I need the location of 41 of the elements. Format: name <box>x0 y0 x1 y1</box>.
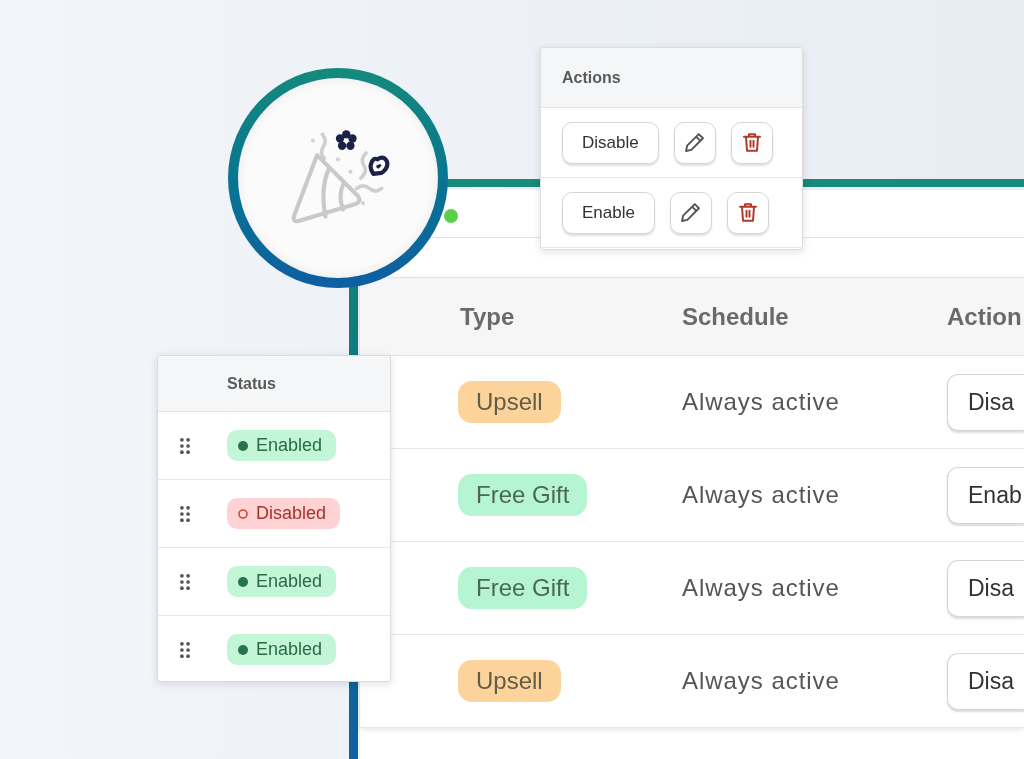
drag-handle-icon[interactable] <box>180 505 190 522</box>
status-badge: Enabled <box>227 430 337 461</box>
column-header: Schedule <box>682 302 789 330</box>
status-badge: Enabled <box>227 566 337 597</box>
schedule-text: Always active <box>682 481 840 508</box>
column-header: Action <box>947 302 1022 330</box>
trash-icon <box>738 203 757 222</box>
party-popper-icon <box>290 130 390 224</box>
edit-button[interactable] <box>673 121 716 164</box>
status-dot-icon <box>444 209 458 223</box>
schedule-text: Always active <box>682 667 840 694</box>
action-button[interactable]: Enab <box>947 466 1024 524</box>
action-button[interactable]: Disa <box>947 559 1024 617</box>
schedule-text: Always active <box>682 388 840 415</box>
trash-icon <box>742 133 761 152</box>
popover-title: Actions <box>562 67 621 88</box>
drag-handle-icon[interactable] <box>180 573 190 590</box>
column-header: Type <box>460 302 515 330</box>
edit-button[interactable] <box>669 191 712 234</box>
action-button[interactable]: Disa <box>947 652 1024 710</box>
schedule-text: Always active <box>682 574 840 601</box>
delete-button[interactable] <box>730 121 773 164</box>
filled-dot-icon <box>238 440 248 451</box>
drag-handle-icon[interactable] <box>180 641 190 658</box>
action-button[interactable]: Disa <box>947 373 1024 431</box>
status-badge: Disabled <box>227 498 341 529</box>
delete-button[interactable] <box>726 191 769 234</box>
toggle-button[interactable]: Enable <box>562 191 655 234</box>
type-tag: Free Gift <box>458 474 588 516</box>
filled-dot-icon <box>238 644 248 655</box>
status-badge: Enabled <box>227 634 337 665</box>
hollow-dot-icon <box>238 508 248 519</box>
pencil-icon <box>685 133 705 152</box>
drag-handle-icon[interactable] <box>180 437 190 454</box>
type-tag: Upsell <box>458 660 561 702</box>
filled-dot-icon <box>238 576 248 587</box>
popover-title: Status <box>227 373 276 394</box>
toggle-button[interactable]: Disable <box>562 121 659 164</box>
pencil-icon <box>681 203 701 222</box>
type-tag: Upsell <box>458 381 561 423</box>
type-tag: Free Gift <box>458 567 588 609</box>
